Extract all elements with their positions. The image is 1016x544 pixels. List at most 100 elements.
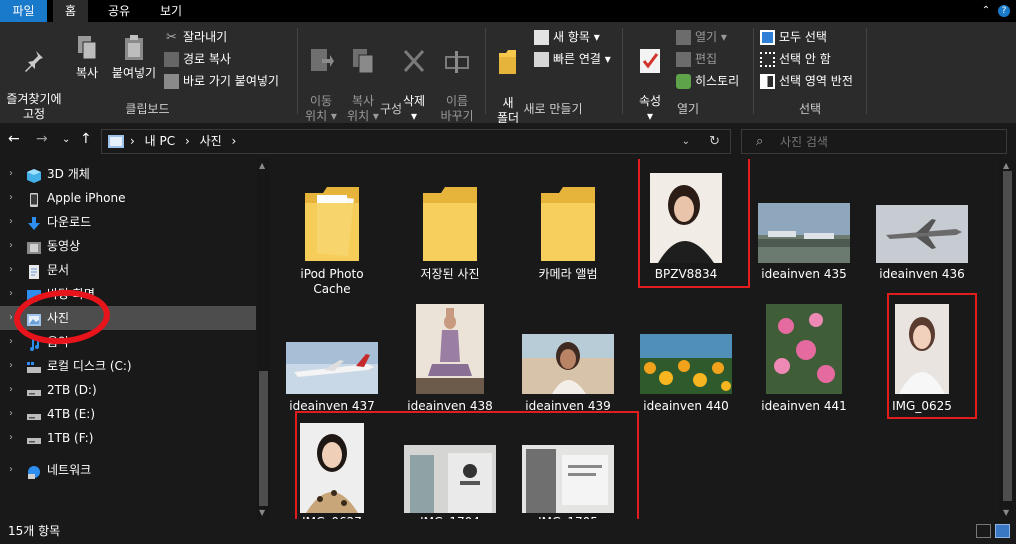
- nav-item-label: Apple iPhone: [47, 191, 126, 205]
- select-none-label: 선택 안 함: [779, 52, 831, 66]
- cut-button[interactable]: ✂ 잘라내기: [164, 27, 227, 47]
- expand-chevron-icon[interactable]: ›: [9, 258, 13, 282]
- video-icon: [26, 239, 42, 254]
- scroll-down-icon[interactable]: ▼: [259, 508, 265, 517]
- up-arrow-icon[interactable]: ↑: [80, 131, 92, 147]
- group-new-label: 새로 만들기: [523, 102, 583, 116]
- details-view-icon[interactable]: [976, 524, 991, 538]
- new-item-button[interactable]: 새 항목 ▾: [534, 27, 600, 47]
- expand-chevron-icon[interactable]: ›: [9, 458, 13, 482]
- recent-locations-chevron-icon[interactable]: ⌄: [62, 134, 70, 145]
- nav-item-9[interactable]: › 2TB (D:): [0, 378, 256, 402]
- item-label: ideainven 440: [643, 399, 729, 413]
- back-arrow-icon[interactable]: ←: [8, 131, 20, 147]
- expand-chevron-icon[interactable]: ›: [9, 426, 13, 450]
- history-button[interactable]: 히스토리: [676, 71, 739, 91]
- breadcrumb-pictures[interactable]: 사진: [200, 134, 222, 148]
- nav-item-label: 다운로드: [47, 215, 92, 229]
- breadcrumb-pc[interactable]: 내 PC: [145, 134, 175, 148]
- copy-path-label: 경로 복사: [183, 52, 231, 66]
- open-button[interactable]: 열기 ▾: [676, 27, 727, 47]
- item-count: 15개 항목: [8, 524, 61, 538]
- copy-icon: [78, 36, 97, 60]
- easy-access-icon: [534, 52, 549, 67]
- network-icon: [26, 463, 42, 479]
- cut-label: 잘라내기: [183, 30, 228, 44]
- help-icon[interactable]: ?: [998, 5, 1010, 17]
- tab-file[interactable]: 파일: [0, 0, 47, 22]
- properties-check-icon: [640, 49, 660, 73]
- scroll-up-icon[interactable]: ▲: [1003, 161, 1009, 170]
- address-dropdown-icon[interactable]: ⌄: [682, 130, 690, 153]
- paste-shortcut-icon: [164, 74, 179, 89]
- annotation-box: [295, 411, 639, 519]
- tab-view[interactable]: 보기: [150, 0, 192, 22]
- new-item-label: 새 항목 ▾: [553, 30, 600, 44]
- large-icons-view-icon[interactable]: [995, 524, 1010, 538]
- search-input[interactable]: [780, 133, 1000, 151]
- nav-item-11[interactable]: › 1TB (F:): [0, 426, 256, 450]
- file-list-view: iPod Photo Cache 저장된 사진 카메라 앨범 BPZV8834 idea…: [273, 159, 1016, 519]
- nav-item-10[interactable]: › 4TB (E:): [0, 402, 256, 426]
- drive-icon: [26, 383, 42, 397]
- view-toggle: [976, 524, 1010, 538]
- collapse-ribbon-icon[interactable]: ⌃: [978, 0, 994, 22]
- expand-chevron-icon[interactable]: ›: [9, 234, 13, 258]
- download-arrow-icon: [26, 215, 42, 230]
- scroll-up-icon[interactable]: ▲: [259, 161, 265, 170]
- expand-chevron-icon[interactable]: ›: [9, 354, 13, 378]
- select-all-icon: [760, 30, 775, 45]
- expand-chevron-icon[interactable]: ›: [9, 402, 13, 426]
- nav-scrollbar-thumb[interactable]: [259, 371, 268, 506]
- group-select-label: 선택: [798, 102, 822, 116]
- annotation-box: [887, 293, 977, 419]
- item-label: ideainven 441: [761, 399, 847, 413]
- refresh-icon[interactable]: ↻: [709, 130, 720, 153]
- new-folder-icon: [499, 50, 516, 74]
- invert-selection-button[interactable]: 선택 영역 반전: [760, 71, 853, 91]
- nav-item-2[interactable]: › 다운로드: [0, 210, 256, 234]
- nav-item-3[interactable]: › 동영상: [0, 234, 256, 258]
- open-label: 열기 ▾: [695, 30, 727, 44]
- tab-home[interactable]: 홈: [53, 0, 88, 22]
- expand-chevron-icon[interactable]: ›: [9, 378, 13, 402]
- select-all-button[interactable]: 모두 선택: [760, 27, 827, 47]
- nav-item-0[interactable]: › 3D 개체: [0, 162, 256, 186]
- cube-3d-icon: [26, 167, 42, 183]
- tab-share[interactable]: 공유: [98, 0, 140, 22]
- content-scrollbar[interactable]: ▲ ▼: [999, 159, 1016, 519]
- expand-chevron-icon[interactable]: ›: [9, 186, 13, 210]
- drive-icon: [26, 407, 42, 421]
- nav-item-1[interactable]: › Apple iPhone: [0, 186, 256, 210]
- copy-label: 복사: [75, 66, 99, 80]
- address-bar[interactable]: › 내 PC › 사진 › ⌄ ↻: [101, 129, 731, 154]
- phone-icon: [26, 191, 42, 207]
- edit-button[interactable]: 편집: [676, 49, 717, 69]
- nav-item-8[interactable]: › 로컬 디스크 (C:): [0, 354, 256, 378]
- easy-access-button[interactable]: 빠른 연결 ▾: [534, 49, 611, 69]
- expand-chevron-icon[interactable]: ›: [9, 306, 13, 330]
- copy-path-button[interactable]: 경로 복사: [164, 49, 231, 69]
- nav-item-12[interactable]: › 네트워크: [0, 458, 256, 482]
- select-none-button[interactable]: 선택 안 함: [760, 49, 831, 69]
- forward-arrow-icon[interactable]: →: [36, 131, 48, 147]
- breadcrumb-sep: ›: [231, 134, 237, 148]
- nav-scrollbar[interactable]: ▲ ▼: [257, 159, 270, 519]
- easy-access-label: 빠른 연결 ▾: [553, 52, 611, 66]
- nav-item-label: 동영상: [47, 239, 81, 253]
- paste-button[interactable]: 붙여넣기: [108, 34, 160, 81]
- group-organize-label: 구성: [379, 102, 403, 116]
- nav-item-4[interactable]: › 문서: [0, 258, 256, 282]
- scroll-down-icon[interactable]: ▼: [1003, 508, 1009, 517]
- expand-chevron-icon[interactable]: ›: [9, 210, 13, 234]
- status-bar: 15개 항목: [0, 519, 1016, 544]
- nav-item-label: 네트워크: [47, 463, 92, 477]
- expand-chevron-icon[interactable]: ›: [9, 282, 13, 306]
- expand-chevron-icon[interactable]: ›: [9, 162, 13, 186]
- content-scrollbar-thumb[interactable]: [1003, 171, 1012, 501]
- expand-chevron-icon[interactable]: ›: [9, 330, 13, 354]
- nav-item-label: 4TB (E:): [47, 407, 95, 421]
- copy-button[interactable]: 복사: [71, 34, 103, 81]
- search-box[interactable]: ⌕: [741, 129, 1007, 154]
- paste-shortcut-button[interactable]: 바로 가기 붙여넣기: [164, 71, 279, 91]
